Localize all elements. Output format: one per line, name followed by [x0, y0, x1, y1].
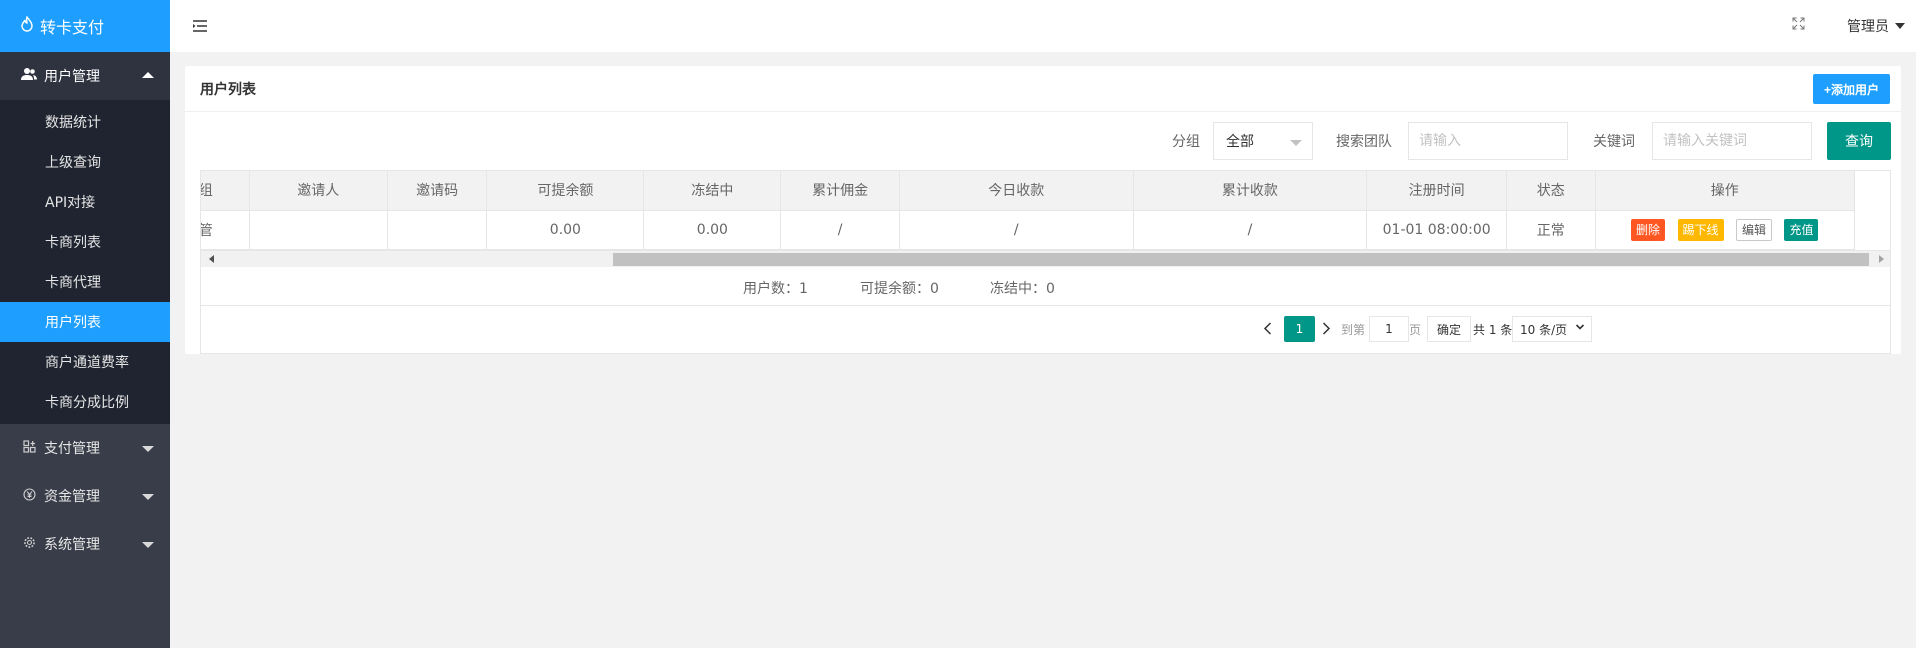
user-table: 分组 邀请人 邀请码 可提余额 冻结中 累计佣金 今日收款 累计收款 注册时间 … — [201, 171, 1856, 250]
user-menu[interactable]: 管理员 — [1847, 16, 1905, 36]
group-select[interactable]: 全部 — [1213, 122, 1313, 160]
sidebar-item-channel-rate[interactable]: 商户通道费率 — [0, 342, 170, 382]
keyword-input[interactable] — [1652, 122, 1812, 160]
total-count: 共 1 条 — [1473, 323, 1513, 337]
caret-down-icon — [1895, 23, 1905, 29]
flame-icon — [20, 15, 34, 36]
next-page-icon[interactable] — [1322, 320, 1331, 339]
sidebar-item-data-stats[interactable]: 数据统计 — [0, 102, 170, 142]
cell-frozen: 0.00 — [643, 210, 782, 250]
page-size-select[interactable]: 10 条/页 — [1512, 316, 1592, 342]
balance-total: 可提余额：0 — [860, 281, 939, 297]
goto-confirm-button[interactable]: 确定 — [1427, 316, 1471, 342]
keyword-label: 关键词 — [1593, 134, 1635, 150]
column-header[interactable]: 状态 — [1506, 171, 1596, 211]
chevron-down-icon — [1575, 322, 1585, 335]
cell-total-income: / — [1133, 210, 1368, 250]
add-user-button[interactable]: +添加用户 — [1812, 74, 1890, 104]
cell-status: 正常 — [1506, 210, 1596, 250]
column-header[interactable]: 累计收款 — [1133, 171, 1368, 211]
edit-button[interactable]: 编辑 — [1735, 218, 1772, 241]
payment-icon — [20, 439, 38, 457]
pagination: 1 到第 页 确定 共 1 条 10 条/页 — [201, 306, 1890, 353]
table-row: 管 0.00 0.00 / / / 01-01 08:00:00 正常 删除 踢… — [201, 210, 1856, 250]
cell-balance: 0.00 — [486, 210, 645, 250]
table-header-row: 分组 邀请人 邀请码 可提余额 冻结中 累计佣金 今日收款 累计收款 注册时间 … — [201, 171, 1856, 211]
column-header[interactable]: 今日收款 — [899, 171, 1134, 211]
column-header[interactable]: 可提余额 — [486, 171, 645, 211]
sidebar-item-card-merchants[interactable]: 卡商列表 — [0, 222, 170, 262]
user-table-container: 分组 邀请人 邀请码 可提余额 冻结中 累计佣金 今日收款 累计收款 注册时间 … — [200, 170, 1891, 354]
sidebar-group-label: 支付管理 — [44, 441, 100, 457]
user-count-total: 用户数：1 — [743, 281, 808, 297]
page-size-value: 10 条/页 — [1520, 322, 1568, 337]
delete-button[interactable]: 删除 — [1631, 218, 1666, 241]
menu-toggle-icon[interactable] — [192, 18, 208, 37]
column-header[interactable]: 邀请码 — [387, 171, 488, 211]
column-header[interactable]: 冻结中 — [643, 171, 782, 211]
frozen-total: 冻结中：0 — [990, 281, 1055, 297]
goto-label: 到第 — [1341, 323, 1366, 337]
cell-commission: / — [780, 210, 900, 250]
query-button[interactable]: 查询 — [1827, 122, 1891, 160]
sidebar-group-label: 系统管理 — [44, 537, 100, 553]
totals-row: 用户数：1 可提余额：0 冻结中：0 — [201, 267, 1890, 306]
sidebar-group-user-management[interactable]: 用户管理 — [0, 52, 170, 100]
yen-icon — [20, 487, 38, 505]
cell-invite-code — [387, 210, 488, 250]
column-header[interactable]: 操作 — [1595, 171, 1856, 211]
column-header[interactable]: 邀请人 — [249, 171, 388, 211]
chevron-down-icon — [142, 542, 154, 548]
sidebar-group-system[interactable]: 系统管理 — [0, 520, 170, 568]
sidebar-group-payment[interactable]: 支付管理 — [0, 424, 170, 472]
prev-page-icon[interactable] — [1263, 320, 1272, 339]
sidebar-item-api[interactable]: API对接 — [0, 182, 170, 222]
column-header[interactable]: 分组 — [201, 171, 250, 211]
team-search-input[interactable] — [1408, 122, 1568, 160]
scrollbar-thumb[interactable] — [613, 253, 1869, 266]
gear-icon — [20, 536, 38, 553]
sidebar-item-user-list[interactable]: 用户列表 — [0, 302, 170, 342]
users-icon — [20, 67, 38, 85]
sidebar-group-label: 用户管理 — [44, 69, 100, 85]
cell-operations: 删除 踢下线 编辑 充值 — [1595, 210, 1856, 250]
cell-reg-time: 01-01 08:00:00 — [1366, 210, 1507, 250]
sidebar-item-superior-query[interactable]: 上级查询 — [0, 142, 170, 182]
caret-down-icon — [1290, 140, 1302, 146]
cell-group: 管 — [201, 210, 250, 250]
column-header[interactable]: 注册时间 — [1366, 171, 1507, 211]
team-search-label: 搜索团队 — [1336, 134, 1392, 150]
goto-page-input[interactable] — [1369, 316, 1409, 342]
app-title: 转卡支付 — [40, 18, 105, 37]
page-unit-label: 页 — [1409, 323, 1422, 337]
column-header[interactable]: 累计佣金 — [780, 171, 900, 211]
scroll-right-arrow-icon[interactable] — [1879, 255, 1884, 263]
horizontal-scrollbar[interactable] — [201, 250, 1890, 267]
kick-offline-button[interactable]: 踢下线 — [1677, 218, 1724, 241]
cell-inviter — [249, 210, 388, 250]
sidebar: 转卡支付 用户管理 数据统计 上级查询 API对接 卡商列表 卡商代理 用户列表… — [0, 0, 170, 648]
chevron-down-icon — [142, 446, 154, 452]
cell-today-income: / — [899, 210, 1134, 250]
chevron-down-icon — [142, 494, 154, 500]
sidebar-group-funds[interactable]: 资金管理 — [0, 472, 170, 520]
chevron-up-icon — [142, 72, 154, 78]
sidebar-subnav: 数据统计 上级查询 API对接 卡商列表 卡商代理 用户列表 商户通道费率 卡商… — [0, 100, 170, 424]
recharge-button[interactable]: 充值 — [1784, 218, 1819, 241]
page-title: 用户列表 — [200, 81, 256, 98]
user-name: 管理员 — [1847, 19, 1889, 35]
fullscreen-icon[interactable] — [1792, 17, 1805, 34]
group-filter-label: 分组 — [1172, 134, 1200, 150]
sidebar-group-label: 资金管理 — [44, 489, 100, 505]
group-select-value: 全部 — [1226, 134, 1254, 150]
card-header: 用户列表 +添加用户 — [185, 66, 1901, 112]
app-logo[interactable]: 转卡支付 — [0, 0, 170, 52]
sidebar-item-commission-ratio[interactable]: 卡商分成比例 — [0, 382, 170, 422]
current-page-button[interactable]: 1 — [1284, 316, 1315, 342]
scroll-left-arrow-icon[interactable] — [209, 255, 214, 263]
top-header: 管理员 — [170, 0, 1916, 52]
sidebar-item-card-agents[interactable]: 卡商代理 — [0, 262, 170, 302]
user-list-card: 用户列表 +添加用户 分组 全部 搜索团队 关键词 查询 分组 邀请人 邀请码 … — [185, 66, 1901, 354]
